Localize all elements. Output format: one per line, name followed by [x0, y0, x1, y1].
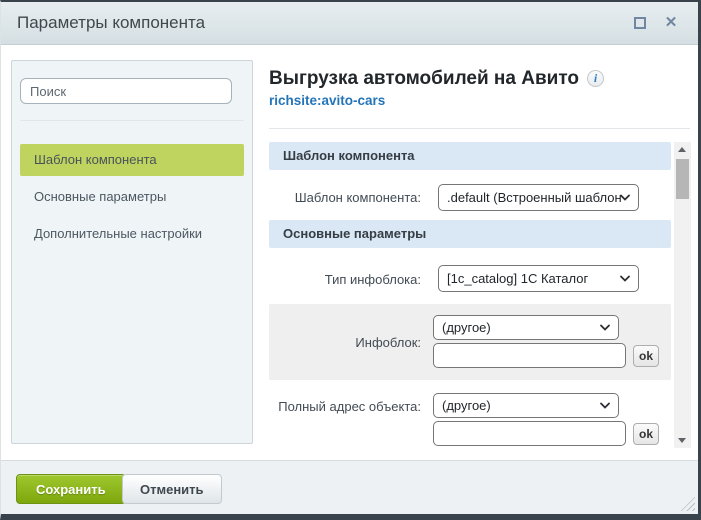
sidebar-item-label: Шаблон компонента — [34, 152, 157, 167]
address-select-value: (другое) — [442, 398, 491, 413]
template-select[interactable]: .default (Встроенный шаблон — [438, 184, 639, 211]
header-divider — [269, 128, 690, 129]
main-header: Выгрузка автомобилей на Авито i richsite:… — [269, 68, 679, 108]
scrollbar-thumb[interactable] — [676, 159, 689, 199]
component-title: Выгрузка автомобилей на Авито — [269, 68, 579, 89]
dialog-title: Параметры компонента — [17, 2, 205, 44]
sidebar-item-additional-settings[interactable]: Дополнительные настройки — [20, 218, 244, 250]
scroll-down-icon[interactable] — [674, 432, 691, 448]
info-icon[interactable]: i — [587, 70, 604, 87]
iblock-ok-button[interactable]: ok — [633, 345, 659, 367]
chevron-down-icon — [599, 402, 611, 410]
sidebar-item-label: Дополнительные настройки — [34, 226, 202, 241]
iblock-type-select-value: [1c_catalog] 1С Каталог — [447, 271, 588, 286]
iblock-select-value: (другое) — [442, 320, 491, 335]
address-ok-button[interactable]: ok — [633, 423, 659, 445]
field-label-iblock: Инфоблок: — [269, 333, 421, 352]
resize-grip[interactable] — [680, 496, 695, 511]
minimize-icon[interactable] — [634, 17, 646, 29]
sidebar-item-basic-params[interactable]: Основные параметры — [20, 181, 244, 213]
address-input[interactable] — [433, 421, 626, 446]
dialog-titlebar[interactable]: Параметры компонента ✕ — [1, 2, 698, 45]
field-label-address: Полный адрес объекта: — [269, 397, 421, 416]
iblock-input[interactable] — [433, 343, 626, 368]
component-code: richsite:avito-cars — [269, 93, 679, 108]
dialog-footer: Сохранить Отменить — [1, 460, 698, 514]
sidebar-item-label: Основные параметры — [34, 189, 166, 204]
triangle-down-icon — [678, 438, 686, 443]
section-header-template: Шаблон компонента — [269, 142, 671, 170]
iblock-type-select[interactable]: [1c_catalog] 1С Каталог — [438, 265, 639, 292]
chevron-down-icon — [599, 324, 611, 332]
vertical-scrollbar[interactable] — [674, 142, 691, 448]
chevron-down-icon — [619, 194, 631, 202]
sidebar-divider — [20, 120, 244, 121]
sidebar: Шаблон компонента Основные параметры Доп… — [11, 60, 253, 444]
search-input[interactable] — [20, 78, 232, 104]
close-icon[interactable]: ✕ — [662, 13, 680, 33]
sidebar-item-template[interactable]: Шаблон компонента — [20, 144, 244, 176]
chevron-down-icon — [619, 275, 631, 283]
address-select[interactable]: (другое) — [433, 393, 619, 418]
component-parameters-dialog: Параметры компонента ✕ Шаблон компонента… — [0, 0, 701, 520]
field-label-iblock-type: Тип инфоблока: — [269, 270, 421, 289]
field-label-template: Шаблон компонента: — [269, 188, 421, 207]
triangle-up-icon — [678, 147, 686, 152]
cancel-button[interactable]: Отменить — [122, 474, 222, 504]
template-select-value: .default (Встроенный шаблон — [447, 190, 622, 205]
save-button[interactable]: Сохранить — [16, 474, 126, 504]
scroll-up-icon[interactable] — [674, 142, 691, 158]
screen: Параметры компонента ✕ Шаблон компонента… — [0, 0, 701, 520]
iblock-select[interactable]: (другое) — [433, 315, 619, 340]
section-header-basic: Основные параметры — [269, 220, 671, 248]
sidebar-menu: Шаблон компонента Основные параметры Доп… — [20, 144, 244, 255]
parameters-form: Шаблон компонента Шаблон компонента: .de… — [269, 142, 673, 452]
